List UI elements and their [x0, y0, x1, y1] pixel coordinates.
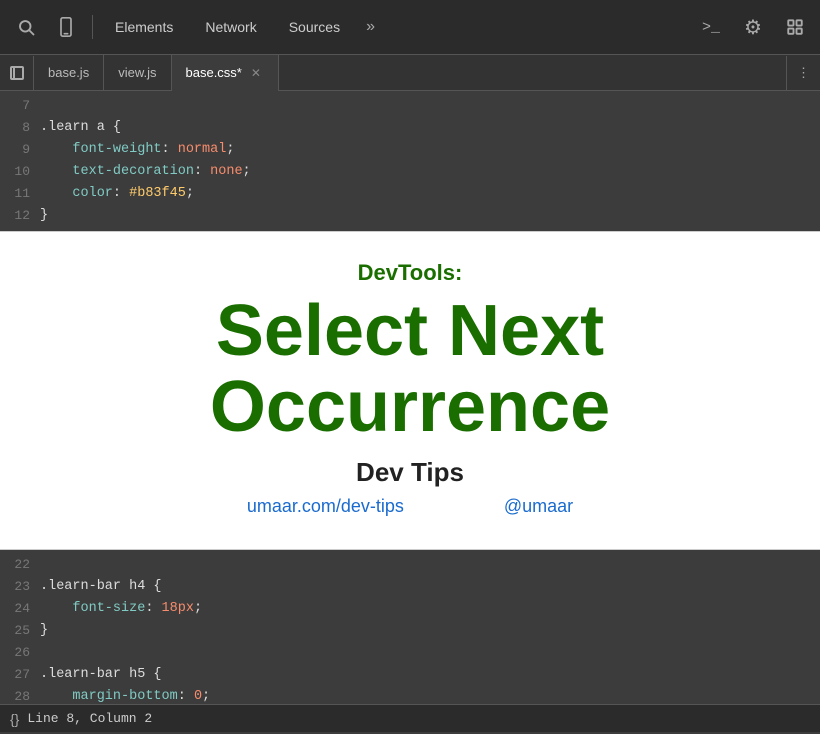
code-editor-top: 7 8 .learn a { 9 font-weight: normal; 10… [0, 91, 820, 231]
terminal-icon[interactable]: >_ [694, 10, 728, 44]
tab-elements[interactable]: Elements [101, 13, 187, 41]
code-line-26: 26 [0, 642, 820, 664]
tab-network[interactable]: Network [191, 13, 270, 41]
overlay-devtips: Dev Tips [40, 457, 780, 488]
file-tab-label: base.css* [186, 65, 242, 80]
overlay-subtitle: DevTools: [40, 260, 780, 286]
file-tab-view-js[interactable]: view.js [104, 55, 171, 91]
code-line-11: 11 color: #b83f45; [0, 183, 820, 205]
file-tab-base-css[interactable]: base.css* ✕ [172, 55, 279, 91]
menu-icon[interactable] [778, 10, 812, 44]
code-line-12: 12 } [0, 205, 820, 227]
search-icon[interactable] [8, 9, 44, 45]
code-line-25: 25 } [0, 620, 820, 642]
file-tab-label: base.js [48, 65, 89, 80]
status-position: Line 8, Column 2 [27, 711, 152, 726]
toolbar-separator [92, 15, 93, 39]
file-tabs: base.js view.js base.css* ✕ ⋮ [0, 55, 820, 91]
code-line-22: 22 [0, 554, 820, 576]
code-line-7: 7 [0, 95, 820, 117]
overlay-links: umaar.com/dev-tips @umaar [40, 496, 780, 517]
file-tabs-more-icon[interactable]: ⋮ [786, 56, 820, 90]
code-line-10: 10 text-decoration: none; [0, 161, 820, 183]
code-line-27: 27 .learn-bar h5 { [0, 664, 820, 686]
toolbar: Elements Network Sources » >_ ⚙ [0, 0, 820, 55]
code-line-9: 9 font-weight: normal; [0, 139, 820, 161]
file-tab-label: view.js [118, 65, 156, 80]
code-line-8: 8 .learn a { [0, 117, 820, 139]
settings-icon[interactable]: ⚙ [736, 10, 770, 44]
overlay-link-twitter[interactable]: @umaar [504, 496, 573, 517]
status-braces-icon: {} [10, 711, 19, 727]
panel-toggle-icon[interactable] [0, 56, 34, 90]
code-line-24: 24 font-size: 18px; [0, 598, 820, 620]
overlay-link-website[interactable]: umaar.com/dev-tips [247, 496, 404, 517]
tab-sources[interactable]: Sources [275, 13, 354, 41]
file-tab-close-icon[interactable]: ✕ [248, 65, 264, 81]
more-tabs-icon[interactable]: » [358, 14, 383, 40]
device-icon[interactable] [48, 9, 84, 45]
overlay-title: Select Next Occurrence [40, 294, 780, 445]
status-bar: {} Line 8, Column 2 [0, 704, 820, 732]
toolbar-right: >_ ⚙ [694, 10, 812, 44]
file-tab-base-js[interactable]: base.js [34, 55, 104, 91]
overlay-card: DevTools: Select Next Occurrence Dev Tip… [0, 231, 820, 550]
code-line-23: 23 .learn-bar h4 { [0, 576, 820, 598]
